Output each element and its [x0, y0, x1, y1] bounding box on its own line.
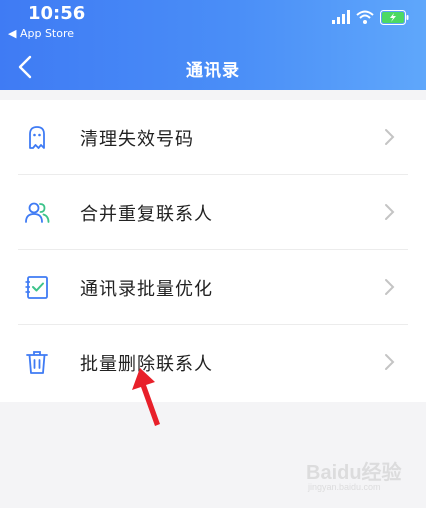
watermark-text: Baidu经验 — [306, 462, 402, 484]
chevron-right-icon — [385, 204, 395, 220]
menu-item-clean-invalid[interactable]: 清理失效号码 — [0, 100, 426, 175]
chevron-right-icon — [385, 279, 395, 295]
ghost-icon — [29, 126, 45, 149]
chevron-right-icon — [385, 354, 395, 370]
page-title: 通讯录 — [186, 61, 240, 81]
signal-icon — [332, 10, 350, 24]
menu-item-label: 通讯录批量优化 — [80, 279, 213, 300]
menu-item-batch-optimize[interactable]: 通讯录批量优化 — [0, 250, 426, 325]
status-icons — [332, 10, 410, 26]
wifi-icon — [356, 10, 374, 24]
status-time: 10:56 — [28, 3, 86, 24]
menu-list: 清理失效号码 合并重复联系人 通讯录批量优化 批量删除联系人 — [0, 100, 426, 402]
header-bar: 10:56 ◀ App Store 通讯录 — [0, 0, 426, 90]
checklist-icon — [25, 276, 48, 299]
trash-icon — [26, 351, 48, 374]
menu-item-label: 合并重复联系人 — [80, 204, 213, 225]
watermark: Baidu经验 jingyan.baidu.com — [306, 448, 416, 500]
battery-icon — [380, 10, 409, 25]
watermark-subtext: jingyan.baidu.com — [308, 482, 381, 492]
chevron-right-icon — [385, 129, 395, 145]
users-icon — [25, 202, 50, 223]
annotation-arrow-icon — [132, 368, 160, 426]
menu-item-label: 清理失效号码 — [80, 129, 194, 150]
back-to-app-link[interactable]: ◀ App Store — [8, 27, 74, 40]
menu-item-merge-duplicates[interactable]: 合并重复联系人 — [0, 175, 426, 250]
menu-item-batch-delete[interactable]: 批量删除联系人 — [0, 325, 426, 400]
